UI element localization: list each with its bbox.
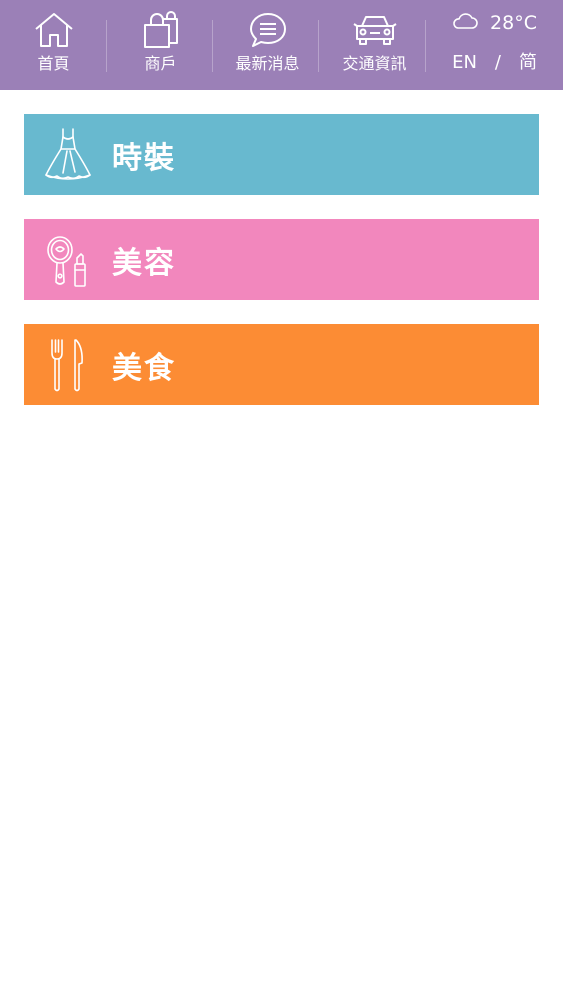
lang-en-link[interactable]: EN (452, 50, 477, 76)
category-beauty-button[interactable]: 美容 (24, 219, 539, 300)
lang-simplified-link[interactable]: 简 (519, 50, 537, 76)
dress-icon (38, 125, 98, 185)
nav-label-home: 首頁 (37, 54, 70, 73)
weather-language-panel: 28°C EN / 简 (428, 0, 563, 90)
nav-divider (425, 20, 426, 72)
nav-label-shops: 商戶 (144, 54, 177, 73)
cloud-icon (452, 12, 478, 34)
category-label-food: 美食 (112, 350, 176, 386)
category-food-button[interactable]: 美食 (24, 324, 539, 405)
nav-label-news: 最新消息 (235, 54, 300, 73)
category-label-fashion: 時裝 (112, 140, 176, 176)
lang-separator: / (494, 52, 501, 73)
nav-divider (212, 20, 213, 72)
home-icon (32, 10, 76, 50)
category-label-beauty: 美容 (112, 245, 176, 281)
top-navigation-bar: 首頁 商戶 最新消息 交通資訊 28°C EN / 简 (0, 0, 563, 90)
nav-item-shops[interactable]: 商戶 (107, 0, 214, 90)
temperature-text: 28°C (490, 12, 537, 34)
mirror-lipstick-icon (38, 230, 98, 290)
nav-item-home[interactable]: 首頁 (0, 0, 107, 90)
weather-widget: 28°C (452, 10, 537, 36)
language-switcher: EN / 简 (452, 50, 537, 76)
car-icon (352, 10, 397, 50)
nav-item-traffic[interactable]: 交通資訊 (321, 0, 428, 90)
nav-label-traffic: 交通資訊 (342, 54, 407, 73)
shopping-bag-icon (139, 10, 183, 50)
nav-item-news[interactable]: 最新消息 (214, 0, 321, 90)
chat-icon (246, 10, 290, 50)
fork-knife-icon (38, 335, 98, 395)
category-fashion-button[interactable]: 時裝 (24, 114, 539, 195)
nav-divider (318, 20, 319, 72)
